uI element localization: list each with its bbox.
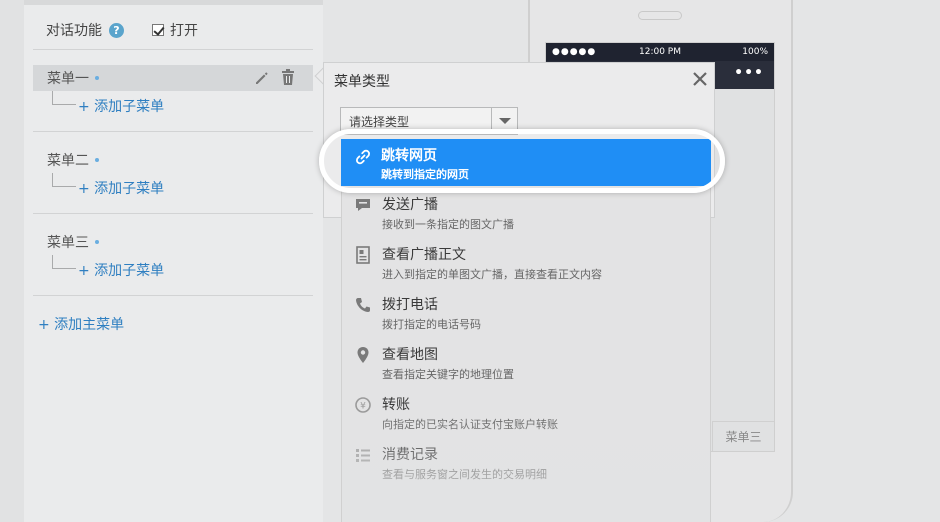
panel-top-strip <box>24 0 323 5</box>
option-title: 拨打电话 <box>382 297 438 313</box>
trash-icon[interactable] <box>281 69 295 86</box>
edit-icon[interactable] <box>253 70 269 86</box>
menu-item-label: 菜单二 <box>47 153 89 169</box>
divider <box>33 213 313 214</box>
menu-dot-icon <box>95 240 99 244</box>
menu-item-2[interactable]: 菜单二 <box>33 147 313 173</box>
option-view-map[interactable]: 查看地图 查看指定关键字的地理位置 <box>342 336 710 386</box>
add-submenu-link-3[interactable]: + 添加子菜单 <box>78 260 164 280</box>
menu-type-title: 菜单类型 <box>334 74 390 90</box>
add-submenu-link-2[interactable]: + 添加子菜单 <box>78 178 164 198</box>
document-icon <box>356 246 370 264</box>
tree-connector <box>52 255 76 269</box>
menu-item-1[interactable]: 菜单一 <box>33 65 313 91</box>
option-title: 消费记录 <box>382 447 438 463</box>
option-title: 发送广播 <box>382 197 438 213</box>
dialog-toggle-checkbox[interactable] <box>152 24 164 36</box>
option-transfer[interactable]: ¥ 转账 向指定的已实名认证支付宝账户转账 <box>342 386 710 436</box>
dialog-toggle-label[interactable]: 打开 <box>170 20 198 40</box>
help-icon[interactable]: ? <box>109 22 124 38</box>
option-desc: 拨打指定的电话号码 <box>382 318 481 331</box>
option-desc: 接收到一条指定的图文广播 <box>382 218 514 231</box>
close-icon[interactable] <box>692 71 708 87</box>
option-desc: 查看与服务窗之间发生的交易明细 <box>382 468 547 481</box>
add-submenu-link-1[interactable]: + 添加子菜单 <box>78 96 164 116</box>
menu-item-label: 菜单三 <box>47 235 89 251</box>
menu-dot-icon <box>95 158 99 162</box>
phone-speaker <box>638 11 682 20</box>
add-main-menu-link[interactable]: + 添加主菜单 <box>38 314 124 334</box>
tree-connector <box>52 91 76 105</box>
message-icon <box>356 199 370 211</box>
phone-icon <box>356 298 370 312</box>
location-icon <box>357 347 369 363</box>
option-consumption-record[interactable]: 消费记录 查看与服务窗之间发生的交易明细 <box>342 436 710 486</box>
menu-item-label: 菜单一 <box>47 71 89 87</box>
focus-highlight-ring <box>319 129 725 193</box>
phone-menu-tab[interactable]: 菜单三 <box>712 421 774 451</box>
option-desc: 进入到指定的单图文广播，直接查看正文内容 <box>382 268 602 281</box>
dialog-function-label: 对话功能 <box>46 23 102 39</box>
menu-item-3[interactable]: 菜单三 <box>33 229 313 255</box>
menu-editor-panel: 对话功能 ? 打开 菜单一 + 添加子菜单 菜单二 + 添加子菜单 菜单三 + … <box>24 0 323 522</box>
option-view-broadcast[interactable]: 查看广播正文 进入到指定的单图文广播，直接查看正文内容 <box>342 236 710 286</box>
select-placeholder: 请选择类型 <box>349 114 410 129</box>
more-icon: ••• <box>734 65 764 81</box>
phone-status-bar: ●●●●● 12:00 PM 100% <box>546 43 774 61</box>
divider <box>33 295 313 296</box>
option-desc: 向指定的已实名认证支付宝账户转账 <box>382 418 558 431</box>
menu-dot-icon <box>95 76 99 80</box>
option-title: 查看广播正文 <box>382 247 466 263</box>
list-icon <box>356 449 370 462</box>
option-desc: 查看指定关键字的地理位置 <box>382 368 514 381</box>
option-call-phone[interactable]: 拨打电话 拨打指定的电话号码 <box>342 286 710 336</box>
signal-indicator: ●●●●● <box>552 47 597 57</box>
option-send-broadcast[interactable]: 发送广播 接收到一条指定的图文广播 <box>342 186 710 236</box>
dialog-function-row: 对话功能 ? 打开 <box>46 18 198 42</box>
transfer-icon: ¥ <box>355 397 371 413</box>
option-title: 转账 <box>382 397 410 413</box>
battery-indicator: 100% <box>742 47 768 57</box>
tree-connector <box>52 173 76 187</box>
option-title: 查看地图 <box>382 347 438 363</box>
divider <box>33 49 313 50</box>
phone-time: 12:00 PM <box>639 47 681 57</box>
divider <box>33 131 313 132</box>
svg-text:¥: ¥ <box>360 402 366 412</box>
menu-type-dropdown: 发送广播 接收到一条指定的图文广播 查看广播正文 进入到指定的单图文广播，直接查… <box>341 186 711 522</box>
